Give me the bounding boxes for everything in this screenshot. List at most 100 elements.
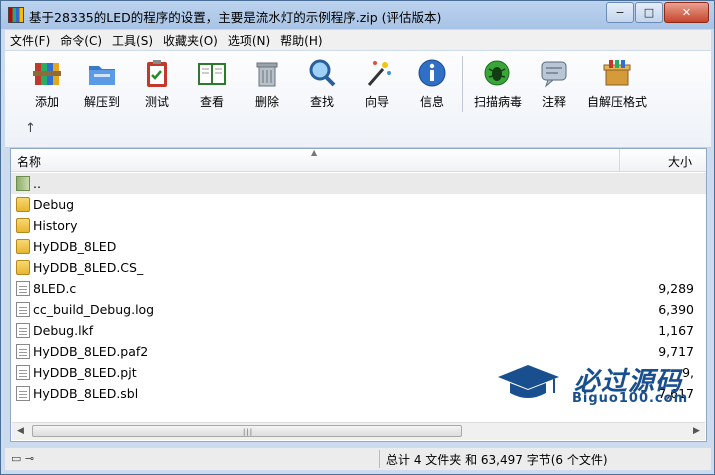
- folder-icon: [16, 239, 30, 254]
- list-item[interactable]: ..: [11, 173, 620, 194]
- extract-to-label: 解压到: [83, 95, 120, 109]
- add-archive-icon: [33, 63, 61, 85]
- column-name-header[interactable]: 名称: [17, 153, 41, 170]
- menu-file[interactable]: 文件(F): [5, 32, 55, 49]
- file-size: 6,390: [658, 302, 694, 317]
- sfx-button[interactable]: 自解压格式: [585, 53, 649, 115]
- watermark-url: Biguo100.com: [572, 391, 689, 406]
- delete-button[interactable]: 删除: [239, 53, 295, 115]
- file-size: [620, 173, 706, 194]
- folder-icon: [16, 218, 30, 233]
- find-label: 查找: [309, 95, 334, 109]
- test-label: 测试: [144, 95, 169, 109]
- column-size-header[interactable]: 大小: [668, 153, 692, 170]
- file-icon: [16, 386, 30, 401]
- folder-icon: [16, 260, 30, 275]
- view-label: 查看: [199, 95, 224, 109]
- menu-help[interactable]: 帮助(H): [275, 32, 327, 49]
- comment-label: 注释: [541, 95, 566, 109]
- file-icon: [16, 302, 30, 317]
- file-size: 1,167: [658, 323, 694, 338]
- list-item[interactable]: 8LED.c: [11, 278, 620, 299]
- extract-to-button[interactable]: 解压到: [74, 53, 130, 115]
- list-item[interactable]: History: [11, 215, 620, 236]
- up-one-level-icon[interactable]: ↑: [25, 121, 36, 136]
- file-name: cc_build_Debug.log: [33, 302, 155, 317]
- window-title: 基于28335的LED的程序的设置，主要是流水灯的示例程序.zip (评估版本): [29, 10, 442, 25]
- horizontal-scrollbar[interactable]: ◀ ||| ▶: [12, 422, 705, 440]
- file-size: [620, 194, 706, 215]
- comment-icon: [541, 61, 567, 88]
- sfx-box-icon: [603, 60, 631, 86]
- list-item[interactable]: HyDDB_8LED.CS_: [11, 257, 620, 278]
- comment-button[interactable]: 注释: [526, 53, 582, 115]
- close-button[interactable]: ✕: [664, 2, 709, 23]
- file-name: HyDDB_8LED.sbl: [33, 386, 139, 401]
- column-divider[interactable]: [619, 149, 620, 171]
- watermark: 必过源码 Biguo100.com: [496, 361, 696, 411]
- menu-options[interactable]: 选项(N): [223, 32, 275, 49]
- list-item[interactable]: HyDDB_8LED.paf2: [11, 341, 620, 362]
- info-button[interactable]: 信息: [404, 53, 460, 115]
- menu-tools[interactable]: 工具(S): [107, 32, 158, 49]
- status-drive-key-icon: ▭ ⊸: [11, 452, 35, 465]
- status-summary: 总计 4 文件夹 和 63,497 字节(6 个文件): [386, 453, 608, 467]
- file-name: History: [33, 218, 78, 233]
- archive-window: 基于28335的LED的程序的设置，主要是流水灯的示例程序.zip (评估版本)…: [0, 0, 715, 475]
- scan-virus-label: 扫描病毒: [473, 95, 522, 109]
- parent-folder-icon: [16, 176, 30, 191]
- find-button[interactable]: 查找: [294, 53, 350, 115]
- file-name: Debug.lkf: [33, 323, 94, 338]
- menu-bar: 文件(F) 命令(C) 工具(S) 收藏夹(O) 选项(N) 帮助(H): [5, 30, 711, 50]
- file-name: Debug: [33, 197, 75, 212]
- file-name: HyDDB_8LED: [33, 239, 117, 254]
- minimize-button[interactable]: −: [606, 2, 634, 23]
- file-name: 8LED.c: [33, 281, 77, 296]
- scroll-right-icon[interactable]: ▶: [688, 423, 705, 440]
- add-label: 添加: [34, 95, 59, 109]
- winrar-app-icon: [8, 7, 24, 23]
- wizard-button[interactable]: 向导: [349, 53, 405, 115]
- find-magnifier-icon: [309, 59, 336, 87]
- scan-virus-button[interactable]: 扫描病毒: [469, 53, 527, 115]
- list-item[interactable]: cc_build_Debug.log: [11, 299, 620, 320]
- column-header: 名称 ▲ 大小: [11, 149, 706, 172]
- file-size: 9,717: [658, 344, 694, 359]
- view-button[interactable]: 查看: [184, 53, 240, 115]
- file-name: HyDDB_8LED.paf2: [33, 344, 149, 359]
- view-book-icon: [198, 63, 226, 85]
- file-icon: [16, 344, 30, 359]
- status-separator: [379, 450, 380, 468]
- file-size: [620, 257, 706, 278]
- list-item[interactable]: Debug: [11, 194, 620, 215]
- file-icon: [16, 281, 30, 296]
- file-size: [620, 215, 706, 236]
- graduation-cap-icon: [498, 365, 559, 398]
- scroll-thumb[interactable]: |||: [32, 425, 462, 437]
- sort-indicator-icon: ▲: [311, 148, 318, 157]
- list-item[interactable]: HyDDB_8LED: [11, 236, 620, 257]
- toolbar-separator: [462, 56, 463, 112]
- toolbar: 添加 解压到 测试 查看 删除 查找 向导 信息 扫描病毒 注释 自解压格式 ↑: [5, 51, 711, 148]
- info-label: 信息: [419, 95, 444, 109]
- menu-favorites[interactable]: 收藏夹(O): [158, 32, 223, 49]
- file-name: HyDDB_8LED.pjt: [33, 365, 137, 380]
- scroll-left-icon[interactable]: ◀: [12, 423, 29, 440]
- file-size: [620, 236, 706, 257]
- maximize-button[interactable]: □: [635, 2, 663, 23]
- menu-command[interactable]: 命令(C): [55, 32, 107, 49]
- delete-label: 删除: [254, 95, 279, 109]
- test-clipboard-icon: [147, 60, 167, 87]
- test-button[interactable]: 测试: [129, 53, 185, 115]
- add-button[interactable]: 添加: [19, 53, 75, 115]
- wizard-wand-icon: [367, 61, 391, 86]
- file-name: HyDDB_8LED.CS_: [33, 260, 144, 275]
- title-bar[interactable]: 基于28335的LED的程序的设置，主要是流水灯的示例程序.zip (评估版本)…: [1, 1, 714, 29]
- list-item[interactable]: Debug.lkf: [11, 320, 620, 341]
- folder-icon: [16, 197, 30, 212]
- info-icon: [418, 59, 446, 87]
- extract-folder-icon: [89, 66, 115, 85]
- file-size: 9,289: [658, 281, 694, 296]
- file-icon: [16, 365, 30, 380]
- file-icon: [16, 323, 30, 338]
